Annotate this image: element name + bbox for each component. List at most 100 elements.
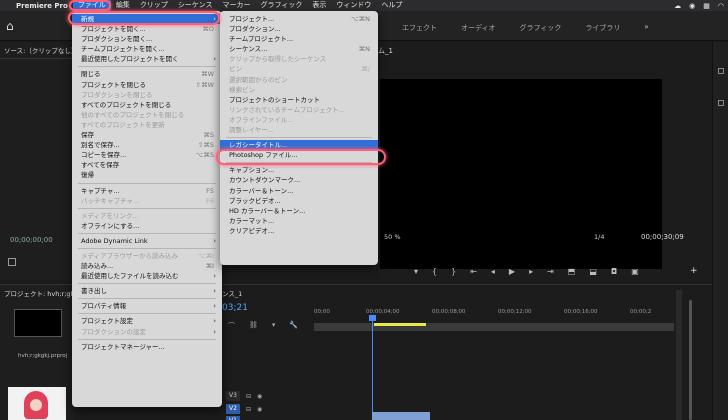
menu-item[interactable]: 最近使用したファイルを読み込む › xyxy=(72,271,222,281)
menu-item[interactable]: シーケンス... ⌘N xyxy=(220,44,378,54)
menu-item[interactable]: チームプロジェクト... xyxy=(220,34,378,44)
eye-icon[interactable]: ◉ xyxy=(257,393,262,400)
menu-item[interactable]: コピーを保存... ⌥⌘S xyxy=(72,150,222,160)
menu-window[interactable]: ウィンドウ xyxy=(331,0,376,11)
menu-item[interactable]: 保存 ⌘S xyxy=(72,130,222,140)
menu-item[interactable]: プロジェクト... ⌥⌘N xyxy=(220,14,378,24)
sync-lock-icon[interactable]: ⊟ xyxy=(246,406,251,413)
file-menu: 新規 › プロジェクトを開く... ⌘O プロダクションを開く... チームプロジェクトを… xyxy=(72,11,222,407)
export-frame-icon[interactable]: ◘ xyxy=(611,267,617,276)
zoom-select[interactable]: 50 % xyxy=(384,233,401,241)
menu-help[interactable]: ヘルプ xyxy=(376,0,407,11)
lift-icon[interactable]: ⬒ xyxy=(568,267,576,276)
more-tabs-icon[interactable]: » xyxy=(632,19,660,37)
menu-item[interactable]: すべてを保存 xyxy=(72,160,222,170)
menu-item[interactable]: HD カラーバー＆トーン... xyxy=(220,206,378,216)
extract-icon[interactable]: ⬓ xyxy=(589,267,597,276)
menu-item[interactable]: 閉じる ⌘W xyxy=(72,69,222,79)
track-label[interactable]: V3 xyxy=(226,391,240,401)
add-marker-icon[interactable]: ▾ xyxy=(414,267,418,276)
program-monitor-title[interactable]: ム_1 xyxy=(378,46,393,56)
video-clip[interactable] xyxy=(372,412,430,420)
timeline-scroll-track[interactable] xyxy=(676,290,682,420)
tab-libraries[interactable]: ライブラリ xyxy=(573,19,632,37)
tab-audio[interactable]: オーディオ xyxy=(449,19,508,37)
menu-item[interactable]: カラーバー＆トーン... xyxy=(220,186,378,196)
menu-item[interactable]: プロダクションを開く... xyxy=(72,34,222,44)
track-label[interactable]: V2 xyxy=(226,404,240,414)
grid-icon[interactable]: ▦ xyxy=(703,2,710,10)
work-area-range[interactable] xyxy=(374,323,426,326)
time-ruler[interactable]: 00;00 00;00;04;00 00;00;08;00 00;00;12;0… xyxy=(314,309,674,319)
timeline-title[interactable]: ンス_1 xyxy=(222,288,242,298)
go-to-in-icon[interactable]: ⇤ xyxy=(470,267,477,276)
menu-marker[interactable]: マーカー xyxy=(217,0,255,11)
media-thumbnail[interactable] xyxy=(8,387,66,420)
project-thumbnail[interactable] xyxy=(14,309,62,337)
project-panel-title[interactable]: プロジェクト: hvh;r;gkgkj xyxy=(0,285,84,301)
snap-icon[interactable]: ⌒ xyxy=(228,321,235,331)
menu-item[interactable]: ブラックビデオ... xyxy=(220,196,378,206)
menu-item[interactable]: プロジェクトマネージャー... xyxy=(72,342,222,352)
menu-item[interactable]: カラーマット... xyxy=(220,216,378,226)
panel-icon[interactable] xyxy=(717,100,724,106)
menu-item[interactable]: 別名で保存... ⇧⌘S xyxy=(72,140,222,150)
menu-item[interactable]: 読み込み... ⌘I xyxy=(72,261,222,271)
menu-edit[interactable]: 編集 xyxy=(111,0,135,11)
resolution-select[interactable]: 1/4 xyxy=(594,233,604,241)
sync-lock-icon[interactable]: ⊟ xyxy=(246,393,251,400)
eye-icon[interactable]: ◉ xyxy=(257,406,262,413)
settings-wrench-icon[interactable]: 🔧 xyxy=(289,321,298,331)
marker-icon[interactable] xyxy=(8,258,16,266)
project-file-name[interactable]: hvh;r;gkgkj.prproj xyxy=(18,353,67,359)
menu-item-label: すべてを保存 xyxy=(81,161,120,170)
step-forward-icon[interactable]: ▸ xyxy=(529,267,533,276)
menu-item[interactable]: カウントダウンマーク... xyxy=(220,175,378,185)
button-editor-plus-icon[interactable]: + xyxy=(690,266,698,276)
mark-in-icon[interactable]: { xyxy=(432,267,437,276)
timeline-timecode[interactable]: 03;21 xyxy=(222,303,248,313)
play-icon[interactable]: ▶ xyxy=(509,267,515,276)
add-marker-icon[interactable]: ▾ xyxy=(272,321,276,331)
track-label[interactable]: V1 xyxy=(226,416,240,420)
work-area-bar[interactable] xyxy=(314,323,674,331)
comparison-view-icon[interactable]: ▣ xyxy=(631,267,639,276)
menu-item[interactable]: オフラインにする... xyxy=(72,221,222,231)
go-to-out-icon[interactable]: ⇥ xyxy=(547,267,554,276)
cloud-icon[interactable]: ☁ xyxy=(674,2,681,10)
menu-item[interactable]: キャプチャ... F5 xyxy=(72,186,222,196)
source-timecode[interactable]: 00;00;00;00 xyxy=(10,236,53,244)
step-back-icon[interactable]: ◂ xyxy=(491,267,495,276)
mark-out-icon[interactable]: } xyxy=(451,267,456,276)
menu-item[interactable]: プロジェクトを閉じる ⇧⌘W xyxy=(72,80,222,90)
menu-clip[interactable]: クリップ xyxy=(135,0,173,11)
circle-icon[interactable]: ◉ xyxy=(689,2,695,10)
playhead-handle[interactable] xyxy=(369,315,376,321)
tab-effects[interactable]: エフェクト xyxy=(390,19,449,37)
source-panel-title[interactable]: ソース:（クリップなし） xyxy=(0,42,77,59)
wifi-icon[interactable]: ◠ xyxy=(718,2,724,10)
menu-item[interactable]: プロパティ情報 › xyxy=(72,301,222,311)
app-name[interactable]: Premiere Pro xyxy=(14,2,73,10)
home-icon[interactable]: ⌂ xyxy=(6,19,14,33)
menu-item[interactable]: クリアビデオ... xyxy=(220,226,378,236)
menu-sequence[interactable]: シーケンス xyxy=(173,0,218,11)
menu-item[interactable]: 最近使用したプロジェクトを開く › xyxy=(72,54,222,64)
menu-item[interactable]: プロジェクト設定 › xyxy=(72,316,222,326)
menu-item[interactable]: プロジェクトのショートカット xyxy=(220,95,378,105)
menu-item[interactable]: プロジェクトを開く... ⌘O xyxy=(72,24,222,34)
menu-item-label: プロジェクト... xyxy=(229,15,275,23)
menu-graphics[interactable]: グラフィック xyxy=(255,0,307,11)
tab-graphics[interactable]: グラフィック xyxy=(508,19,574,37)
menu-view[interactable]: 表示 xyxy=(307,0,331,11)
menu-item[interactable]: チームプロジェクトを開く... xyxy=(72,44,222,54)
menu-item[interactable]: プロダクション... xyxy=(220,24,378,34)
menu-item[interactable]: 書き出し › xyxy=(72,286,222,296)
panel-icon[interactable] xyxy=(717,68,724,74)
menu-item[interactable]: 復帰 xyxy=(72,170,222,180)
menu-item[interactable]: キャプション... xyxy=(220,165,378,175)
linked-selection-icon[interactable]: ⛓ xyxy=(249,321,258,331)
timeline-scrollbar[interactable] xyxy=(689,300,692,420)
menu-item[interactable]: Adobe Dynamic Link › xyxy=(72,236,222,246)
menu-item[interactable]: すべてのプロジェクトを閉じる xyxy=(72,100,222,110)
